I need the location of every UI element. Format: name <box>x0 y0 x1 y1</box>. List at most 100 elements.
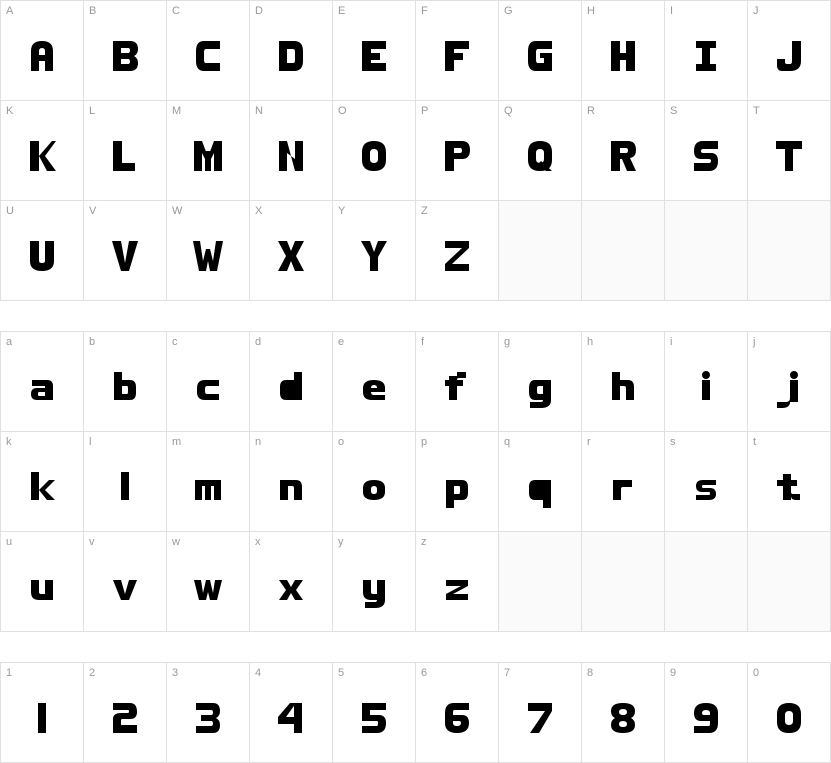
glyph-1 <box>1 701 83 740</box>
glyph-H <box>582 39 664 78</box>
cell-label: 4 <box>255 667 261 679</box>
empty-cell <box>499 201 582 301</box>
cell-label: b <box>89 336 95 348</box>
glyph-cell-C: C <box>167 1 250 101</box>
cell-label: I <box>670 5 673 17</box>
cell-label: p <box>421 436 427 448</box>
glyph-v <box>84 570 166 615</box>
empty-cell <box>582 532 665 632</box>
cell-label: Y <box>338 205 345 217</box>
glyph-cell-u: u <box>1 532 84 632</box>
glyph-M <box>167 139 249 178</box>
glyph-c <box>167 370 249 415</box>
section-uppercase: ABCDEFGHIJKLMNOPQRSTUVWXYZ <box>0 0 831 301</box>
glyph-cell-6: 6 <box>416 663 499 763</box>
glyph-cell-g: g <box>499 332 582 432</box>
glyph-L <box>84 139 166 178</box>
cell-label: m <box>172 436 181 448</box>
glyph-G <box>499 39 581 78</box>
glyph-i <box>665 370 747 415</box>
glyph-d <box>250 370 332 415</box>
glyph-N <box>250 139 332 178</box>
cell-label: P <box>421 105 428 117</box>
glyph-B <box>84 39 166 78</box>
cell-label: a <box>6 336 12 348</box>
cell-label: Q <box>504 105 513 117</box>
glyph-Z <box>416 239 498 278</box>
cell-label: W <box>172 205 182 217</box>
glyph-C <box>167 39 249 78</box>
cell-label: D <box>255 5 263 17</box>
glyph-F <box>416 39 498 78</box>
cell-label: L <box>89 105 95 117</box>
glyph-cell-U: U <box>1 201 84 301</box>
glyph-cell-c: c <box>167 332 250 432</box>
glyph-cell-8: 8 <box>582 663 665 763</box>
glyph-cell-Q: Q <box>499 101 582 201</box>
cell-label: 3 <box>172 667 178 679</box>
glyph-cell-e: e <box>333 332 416 432</box>
glyph-cell-q: q <box>499 432 582 532</box>
glyph-cell-f: f <box>416 332 499 432</box>
glyph-cell-O: O <box>333 101 416 201</box>
glyph-cell-E: E <box>333 1 416 101</box>
cell-label: 6 <box>421 667 427 679</box>
empty-cell <box>665 201 748 301</box>
cell-label: U <box>6 205 14 217</box>
cell-label: e <box>338 336 344 348</box>
glyph-K <box>1 139 83 178</box>
glyph-5 <box>333 701 415 740</box>
glyph-T <box>748 139 830 178</box>
glyph-m <box>167 470 249 515</box>
cell-label: n <box>255 436 261 448</box>
glyph-cell-s: s <box>665 432 748 532</box>
glyph-cell-M: M <box>167 101 250 201</box>
glyph-O <box>333 139 415 178</box>
glyph-cell-B: B <box>84 1 167 101</box>
glyph-E <box>333 39 415 78</box>
glyph-cell-P: P <box>416 101 499 201</box>
cell-label: q <box>504 436 510 448</box>
glyph-g <box>499 370 581 415</box>
cell-label: v <box>89 536 95 548</box>
glyph-D <box>250 39 332 78</box>
empty-cell <box>499 532 582 632</box>
cell-label: x <box>255 536 261 548</box>
glyph-cell-F: F <box>416 1 499 101</box>
glyph-s <box>665 470 747 515</box>
cell-label: V <box>89 205 96 217</box>
section-lowercase: abcdefghijklmnopqrstuvwxyz <box>0 331 831 632</box>
cell-label: k <box>6 436 12 448</box>
glyph-cell-S: S <box>665 101 748 201</box>
cell-label: N <box>255 105 263 117</box>
glyph-x <box>250 570 332 615</box>
cell-label: A <box>6 5 13 17</box>
glyph-cell-N: N <box>250 101 333 201</box>
cell-label: z <box>421 536 427 548</box>
cell-label: 0 <box>753 667 759 679</box>
glyph-y <box>333 570 415 615</box>
glyph-cell-w: w <box>167 532 250 632</box>
glyph-cell-y: y <box>333 532 416 632</box>
cell-label: i <box>670 336 672 348</box>
cell-label: M <box>172 105 181 117</box>
cell-label: T <box>753 105 760 117</box>
glyph-cell-x: x <box>250 532 333 632</box>
glyph-7 <box>499 701 581 740</box>
glyph-l <box>84 470 166 515</box>
empty-cell <box>582 201 665 301</box>
glyph-cell-1: 1 <box>1 663 84 763</box>
glyph-8 <box>582 701 664 740</box>
cell-label: S <box>670 105 677 117</box>
glyph-cell-T: T <box>748 101 831 201</box>
glyph-cell-a: a <box>1 332 84 432</box>
cell-label: 7 <box>504 667 510 679</box>
glyph-j <box>748 370 830 415</box>
glyph-Y <box>333 239 415 278</box>
glyph-cell-L: L <box>84 101 167 201</box>
glyph-cell-K: K <box>1 101 84 201</box>
glyph-2 <box>84 701 166 740</box>
glyph-cell-2: 2 <box>84 663 167 763</box>
glyph-cell-D: D <box>250 1 333 101</box>
empty-cell <box>748 201 831 301</box>
